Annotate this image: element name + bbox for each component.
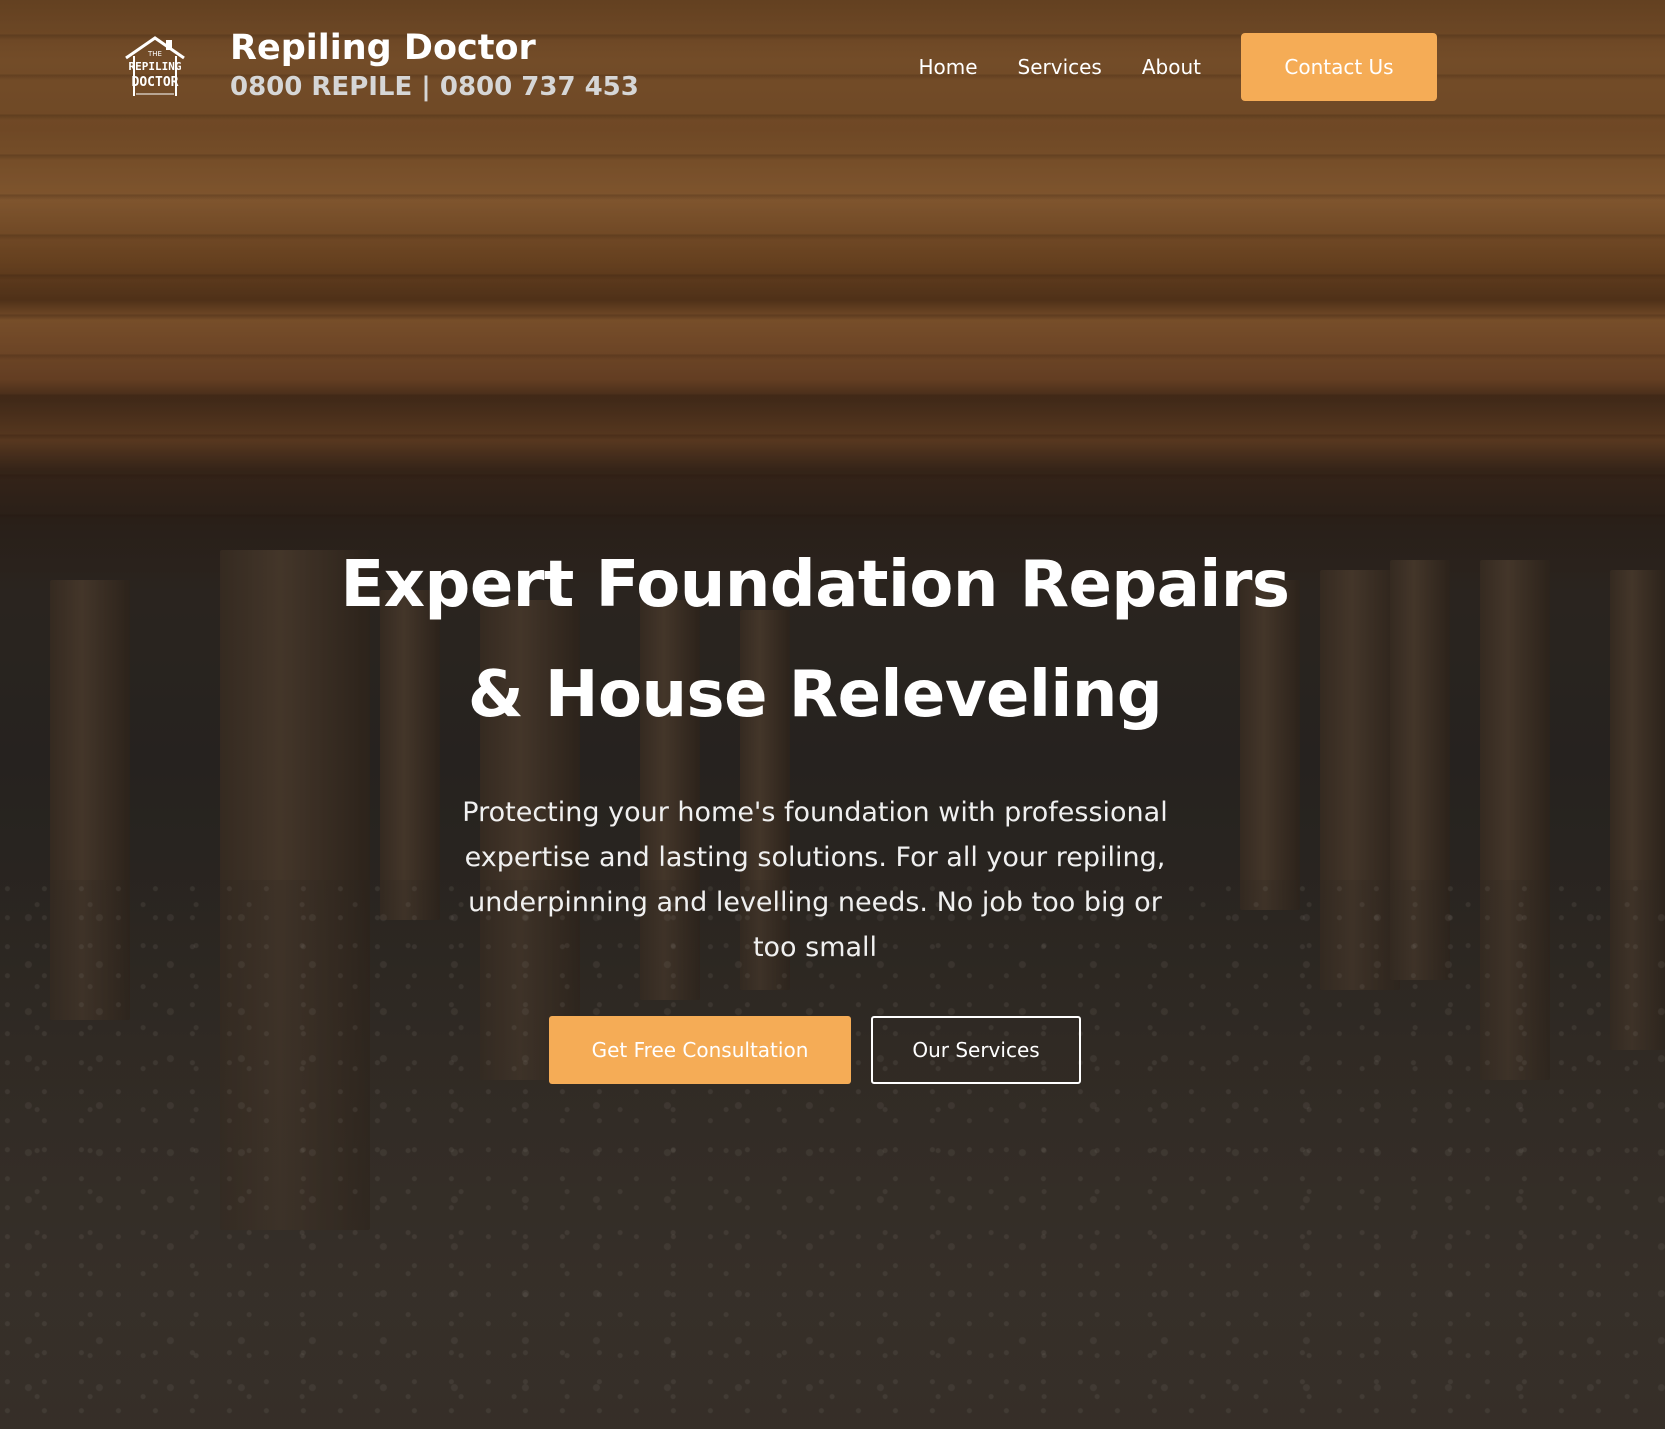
nav-home[interactable]: Home <box>918 55 977 79</box>
brand: Repiling Doctor 0800 REPILE | 0800 737 4… <box>230 26 639 104</box>
cta-row: Get Free Consultation Our Services <box>0 1016 1630 1084</box>
svg-text:THE: THE <box>147 50 162 58</box>
hero-content: Expert Foundation Repairs & House Releve… <box>0 530 1630 1084</box>
svg-text:DOCTOR: DOCTOR <box>132 75 179 90</box>
hero-subtitle: Protecting your home's foundation with p… <box>462 797 1168 963</box>
nav-services[interactable]: Services <box>1018 55 1102 79</box>
main-nav: Home Services About Contact Us <box>918 33 1437 101</box>
hero-title-line2: & House Releveling <box>467 658 1163 732</box>
house-logo-icon[interactable]: THE REPILING DOCTOR <box>122 34 188 100</box>
hero-title-line1: Expert Foundation Repairs <box>340 548 1291 622</box>
svg-text:REPILING: REPILING <box>129 60 182 73</box>
contact-us-button[interactable]: Contact Us <box>1241 33 1437 101</box>
site-header: THE REPILING DOCTOR Repiling Doctor 0800… <box>0 0 1665 135</box>
get-free-consultation-button[interactable]: Get Free Consultation <box>549 1016 851 1084</box>
our-services-button[interactable]: Our Services <box>871 1016 1081 1084</box>
hero-section: THE REPILING DOCTOR Repiling Doctor 0800… <box>0 0 1665 1429</box>
hero-title: Expert Foundation Repairs & House Releve… <box>315 530 1315 750</box>
brand-phone[interactable]: 0800 REPILE | 0800 737 453 <box>230 70 639 104</box>
nav-about[interactable]: About <box>1142 55 1201 79</box>
brand-name[interactable]: Repiling Doctor <box>230 26 639 70</box>
